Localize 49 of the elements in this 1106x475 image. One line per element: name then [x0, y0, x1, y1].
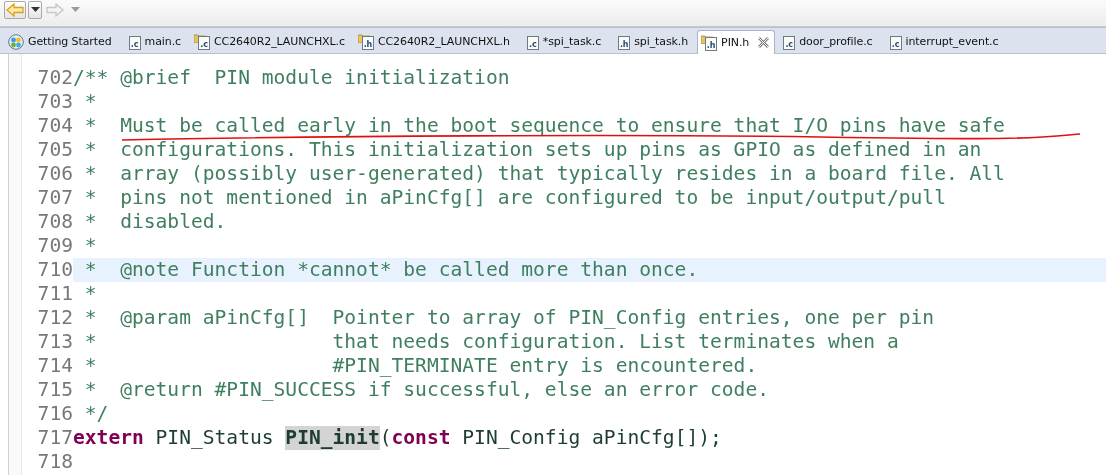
- close-icon[interactable]: [757, 36, 771, 49]
- file-icon: .h: [618, 35, 631, 50]
- code-comment: *: [83, 90, 97, 114]
- tab-label: main.c: [144, 35, 181, 48]
- code-comment: * array (possibly user-generated) that typically resides in a board file. All: [83, 162, 1005, 186]
- dropdown-button[interactable]: [28, 1, 42, 19]
- code-comment: * disabled.: [83, 210, 227, 234]
- editor-tab[interactable]: .h PIN.h: [697, 30, 776, 54]
- editor-tab[interactable]: Getting Started: [4, 29, 121, 53]
- tab-label: spi_task.h: [634, 35, 689, 48]
- file-icon: .c: [526, 35, 539, 50]
- tab-label: CC2640R2_LAUNCHXL.c: [214, 35, 345, 48]
- editor-tab[interactable]: .h spi_task.h: [610, 29, 698, 53]
- file-icon: .h: [705, 36, 718, 51]
- editor-tab[interactable]: .c main.c: [120, 29, 190, 53]
- editor-tab[interactable]: .c interrupt_event.c: [881, 29, 1008, 53]
- code-comment: *: [83, 282, 97, 306]
- editor-tab[interactable]: .c CC2640R2_LAUNCHXL.c: [190, 29, 354, 53]
- editor-tab[interactable]: .h CC2640R2_LAUNCHXL.h: [353, 29, 519, 53]
- tab-label: CC2640R2_LAUNCHXL.h: [377, 35, 510, 48]
- tab-label: door_profile.c: [799, 35, 873, 48]
- tab-label: Getting Started: [28, 35, 112, 48]
- code-token: PIN_Config aPinCfg[]);: [461, 426, 722, 450]
- tab-label: PIN.h: [721, 36, 750, 49]
- file-icon: .c: [128, 35, 141, 50]
- editor-tab[interactable]: .c *spi_task.c: [518, 29, 611, 53]
- code-comment: * that needs configuration. List terminates when a: [83, 330, 899, 354]
- code-comment: *: [83, 234, 97, 258]
- code-comment: /** @brief PIN module initialization: [73, 66, 510, 90]
- code-comment: */: [83, 402, 109, 426]
- code-comment: * configurations. This initialization sets up pins as GPIO as defined in an: [83, 138, 982, 162]
- file-icon: .c: [783, 35, 796, 50]
- code-comment: * @return #PIN_SUCCESS if successful, else an error code.: [83, 378, 769, 402]
- code-comment: * @note Function *cannot* be called more than once.: [83, 258, 699, 282]
- code-comment: * Must be called early in the boot sequence to ensure that I/O pins have safe: [83, 114, 1005, 138]
- file-icon: .c: [889, 35, 902, 50]
- welcome-icon: [8, 33, 24, 50]
- code-token: const: [391, 426, 451, 450]
- code-comment: * @param aPinCfg[] Pointer to array of PIN_Config entries, one per pin: [83, 306, 935, 330]
- tab-label: interrupt_event.c: [905, 35, 999, 48]
- code-token: extern: [73, 426, 144, 450]
- code-token: PIN_init: [285, 426, 380, 450]
- code-comment: * pins not mentioned in aPinCfg[] are configured to be input/output/pull: [83, 186, 946, 210]
- code-token: PIN_Status: [154, 426, 275, 450]
- line-number: 710: [22, 258, 73, 282]
- code-comment: * #PIN_TERMINATE entry is encountered.: [83, 354, 758, 378]
- code-token: (: [379, 426, 392, 450]
- tab-label: *spi_task.c: [542, 35, 602, 48]
- editor-tab[interactable]: .c door_profile.c: [775, 29, 882, 53]
